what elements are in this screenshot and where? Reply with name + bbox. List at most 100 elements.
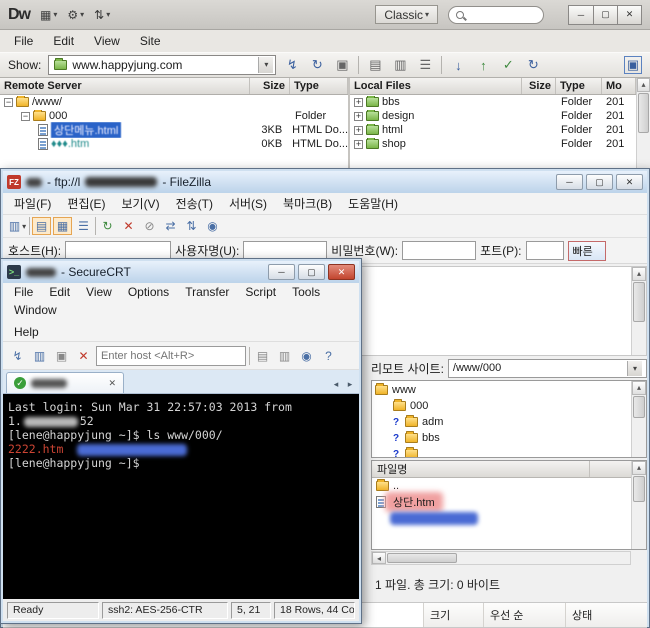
menu-tools[interactable]: Tools [284, 283, 328, 301]
refresh-icon[interactable]: ↻ [98, 217, 117, 235]
local-type-col[interactable]: Type [556, 78, 602, 94]
app-search-input[interactable] [468, 9, 528, 21]
fz-titlebar[interactable]: FZ - ftp://l - FileZilla ─ ▢ ✕ [3, 171, 647, 193]
quick-connect-icon[interactable]: ▥ [30, 347, 49, 365]
site-dropdown[interactable]: www.happyjung.com ▾ [48, 55, 276, 75]
expand-icon[interactable]: + [354, 140, 363, 149]
disconnect-icon[interactable]: ⊘ [140, 217, 159, 235]
maximize-button[interactable]: ▢ [586, 174, 613, 190]
local-size-col[interactable]: Size [522, 78, 556, 94]
enter-host-input[interactable] [96, 346, 246, 366]
compare-icon[interactable]: ⇄ [161, 217, 180, 235]
menu-view[interactable]: View [84, 34, 130, 48]
repository-view-icon[interactable]: ☰ [416, 56, 434, 74]
remote-row-www[interactable]: − /www/ [0, 95, 348, 109]
tree-item-adm[interactable]: ? adm [375, 414, 646, 430]
testing-server-view-icon[interactable]: ▥ [391, 56, 409, 74]
horizontal-scrollbar[interactable]: ◂ [371, 551, 631, 565]
file-row-sangdan[interactable]: 상단.htm [372, 494, 646, 510]
site-manager-icon[interactable]: ▥▾ [8, 217, 27, 235]
tree-item-www[interactable]: www [375, 382, 646, 398]
remote-row-000[interactable]: − 000 Folder [0, 109, 348, 123]
site-files-view-icon[interactable]: ▤ [366, 56, 384, 74]
tab-scroll-right-icon[interactable]: ▸ [344, 379, 356, 390]
menu-view[interactable]: 보기(V) [113, 193, 167, 214]
gear-icon[interactable]: ⚙▾ [67, 8, 84, 22]
close-button[interactable]: ✕ [617, 6, 641, 24]
expand-icon[interactable]: + [354, 126, 363, 135]
local-modified-col[interactable]: Mo [602, 78, 636, 94]
menu-file[interactable]: File [6, 283, 41, 301]
help-icon[interactable]: ? [319, 347, 338, 365]
expand-panel-icon[interactable]: ▣ [624, 56, 642, 74]
scroll-thumb[interactable] [633, 282, 645, 322]
paste-icon[interactable]: ▥ [275, 347, 294, 365]
scroll-left-icon[interactable]: ◂ [372, 552, 386, 564]
scroll-up-icon[interactable]: ▴ [632, 461, 646, 475]
minimize-button[interactable]: ─ [569, 6, 593, 24]
menu-transfer[interactable]: 전송(T) [168, 193, 221, 214]
local-row-design[interactable]: + design Folder 201 [350, 109, 636, 123]
quickconnect-button[interactable]: 빠른 [568, 241, 606, 261]
tab-close-icon[interactable]: ✕ [108, 378, 116, 389]
menu-edit[interactable]: 편집(E) [59, 193, 113, 214]
maximize-button[interactable]: ▢ [593, 6, 617, 24]
menu-options[interactable]: Options [120, 283, 177, 301]
menu-site[interactable]: Site [130, 34, 171, 48]
copy-icon[interactable]: ▤ [253, 347, 272, 365]
disconnect-icon[interactable]: ✕ [74, 347, 93, 365]
remote-type-col[interactable]: Type [290, 78, 348, 94]
tree-scrollbar[interactable]: ▴ [631, 381, 646, 457]
list-scrollbar[interactable]: ▴ [631, 461, 646, 549]
local-row-bbs[interactable]: + bbs Folder 201 [350, 95, 636, 109]
toggle-log-view-icon[interactable]: ▤ [32, 217, 51, 235]
menu-edit[interactable]: Edit [43, 34, 84, 48]
scroll-thumb[interactable] [633, 396, 645, 418]
cancel-icon[interactable]: ✕ [119, 217, 138, 235]
scroll-thumb[interactable] [638, 93, 649, 133]
find-icon[interactable]: ◉ [297, 347, 316, 365]
menu-help[interactable]: Help [6, 323, 47, 341]
password-input[interactable] [402, 241, 476, 260]
menu-script[interactable]: Script [237, 283, 284, 301]
menu-help[interactable]: 도움말(H) [340, 193, 406, 214]
find-icon[interactable]: ◉ [203, 217, 222, 235]
remote-title[interactable]: Remote Server [0, 78, 250, 94]
tree-item-bbs[interactable]: ? bbs [375, 430, 646, 446]
remote-row-file-selected[interactable]: 상단메뉴.html 3KB HTML Do... [0, 123, 348, 137]
session-tab[interactable]: ✓ ✕ [6, 372, 124, 393]
remote-size-col[interactable]: Size [250, 78, 290, 94]
terminal[interactable]: Last login: Sun Mar 31 22:57:03 2013 fro… [3, 394, 359, 599]
collapse-icon[interactable]: − [4, 98, 13, 107]
menu-transfer[interactable]: Transfer [177, 283, 237, 301]
scroll-thumb[interactable] [387, 553, 457, 563]
port-input[interactable] [526, 241, 564, 260]
tab-scroll-left-icon[interactable]: ◂ [330, 379, 342, 390]
crt-titlebar[interactable]: >_ - SecureCRT ─ ▢ ✕ [3, 261, 359, 283]
minimize-button[interactable]: ─ [556, 174, 583, 190]
menu-file[interactable]: 파일(F) [6, 193, 59, 214]
remote-site-combo[interactable]: /www/000 ▾ [448, 359, 647, 378]
menu-bookmarks[interactable]: 북마크(B) [275, 193, 340, 214]
close-button[interactable]: ✕ [616, 174, 643, 190]
filename-column[interactable]: 파일명 [372, 461, 590, 477]
toggle-tree-view-icon[interactable]: ▦ [53, 217, 72, 235]
tree-item-partial[interactable]: ? [375, 446, 646, 458]
tree-item-000[interactable]: 000 [375, 398, 646, 414]
sync-browse-icon[interactable]: ⇅ [182, 217, 201, 235]
minimize-button[interactable]: ─ [268, 264, 295, 280]
scroll-up-icon[interactable]: ▴ [632, 381, 646, 395]
scroll-up-icon[interactable]: ▴ [632, 267, 646, 281]
log-scrollbar[interactable]: ▴ [631, 267, 646, 355]
connect-icon[interactable]: ↯ [283, 56, 301, 74]
check-out-icon[interactable]: ✓ [499, 56, 517, 74]
file-row-selected-redacted[interactable] [372, 510, 646, 526]
view-box-icon[interactable]: ▣ [333, 56, 351, 74]
local-row-shop[interactable]: + shop Folder 201 [350, 137, 636, 151]
scroll-up-icon[interactable]: ▴ [637, 78, 650, 92]
maximize-button[interactable]: ▢ [298, 264, 325, 280]
workspace-switcher[interactable]: Classic▾ [375, 5, 438, 24]
expand-icon[interactable]: + [354, 112, 363, 121]
refresh-icon[interactable]: ↻ [308, 56, 326, 74]
synchronize-icon[interactable]: ↻ [524, 56, 542, 74]
